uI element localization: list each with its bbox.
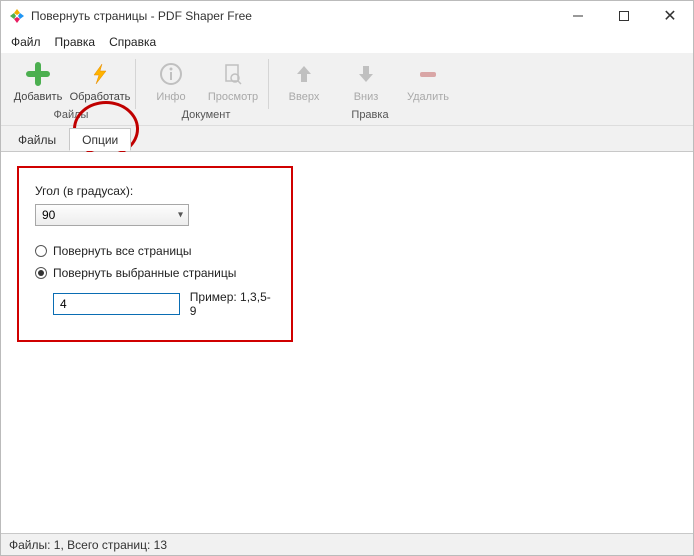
arrow-down-icon (335, 59, 397, 89)
preview-button[interactable]: Просмотр (202, 57, 264, 109)
statusbar: Файлы: 1, Всего страниц: 13 (1, 533, 693, 555)
toolbar-separator (135, 59, 136, 109)
lightning-icon (69, 59, 131, 89)
content-area: Угол (в градусах): 90 ▾ Повернуть все ст… (1, 152, 693, 533)
tab-files[interactable]: Файлы (5, 128, 69, 151)
plus-icon (7, 59, 69, 89)
radio-rotate-selected[interactable]: Повернуть выбранные страницы (35, 266, 275, 280)
tabstrip: Файлы Опции (1, 126, 693, 152)
options-panel: Угол (в градусах): 90 ▾ Повернуть все ст… (17, 166, 293, 342)
toolbar-separator (268, 59, 269, 109)
toolbar: Добавить Обработать Инфо Просмотр (1, 53, 693, 126)
radio-rotate-all[interactable]: Повернуть все страницы (35, 244, 275, 258)
app-icon (9, 8, 25, 24)
menu-edit[interactable]: Правка (55, 35, 96, 49)
process-button[interactable]: Обработать (69, 57, 131, 109)
preview-icon (202, 59, 264, 89)
menu-help[interactable]: Справка (109, 35, 156, 49)
up-button[interactable]: Вверх (273, 57, 335, 109)
angle-label: Угол (в градусах): (35, 184, 275, 198)
add-button[interactable]: Добавить (7, 57, 69, 109)
menubar: Файл Правка Справка (1, 31, 693, 53)
status-text: Файлы: 1, Всего страниц: 13 (9, 538, 167, 552)
section-document-label: Документ (144, 109, 268, 121)
close-button[interactable]: ✕ (647, 1, 693, 31)
titlebar: Повернуть страницы - PDF Shaper Free ✕ (1, 1, 693, 31)
minus-icon (397, 59, 459, 89)
pages-input[interactable]: 4 (53, 293, 180, 315)
info-icon (140, 59, 202, 89)
tab-options[interactable]: Опции (69, 128, 131, 151)
menu-file[interactable]: Файл (11, 35, 41, 49)
example-label: Пример: 1,3,5-9 (190, 290, 275, 318)
down-button[interactable]: Вниз (335, 57, 397, 109)
chevron-down-icon: ▾ (178, 210, 183, 221)
window-controls: ✕ (555, 1, 693, 31)
maximize-button[interactable] (601, 1, 647, 31)
section-files-label: Файлы (7, 109, 135, 121)
radio-icon (35, 267, 47, 279)
window-title: Повернуть страницы - PDF Shaper Free (31, 9, 555, 23)
info-button[interactable]: Инфо (140, 57, 202, 109)
radio-icon (35, 245, 47, 257)
delete-button[interactable]: Удалить (397, 57, 459, 109)
section-edit-label: Правка (277, 109, 463, 121)
angle-select[interactable]: 90 ▾ (35, 204, 189, 226)
minimize-button[interactable] (555, 1, 601, 31)
arrow-up-icon (273, 59, 335, 89)
app-window: Повернуть страницы - PDF Shaper Free ✕ Ф… (0, 0, 694, 556)
